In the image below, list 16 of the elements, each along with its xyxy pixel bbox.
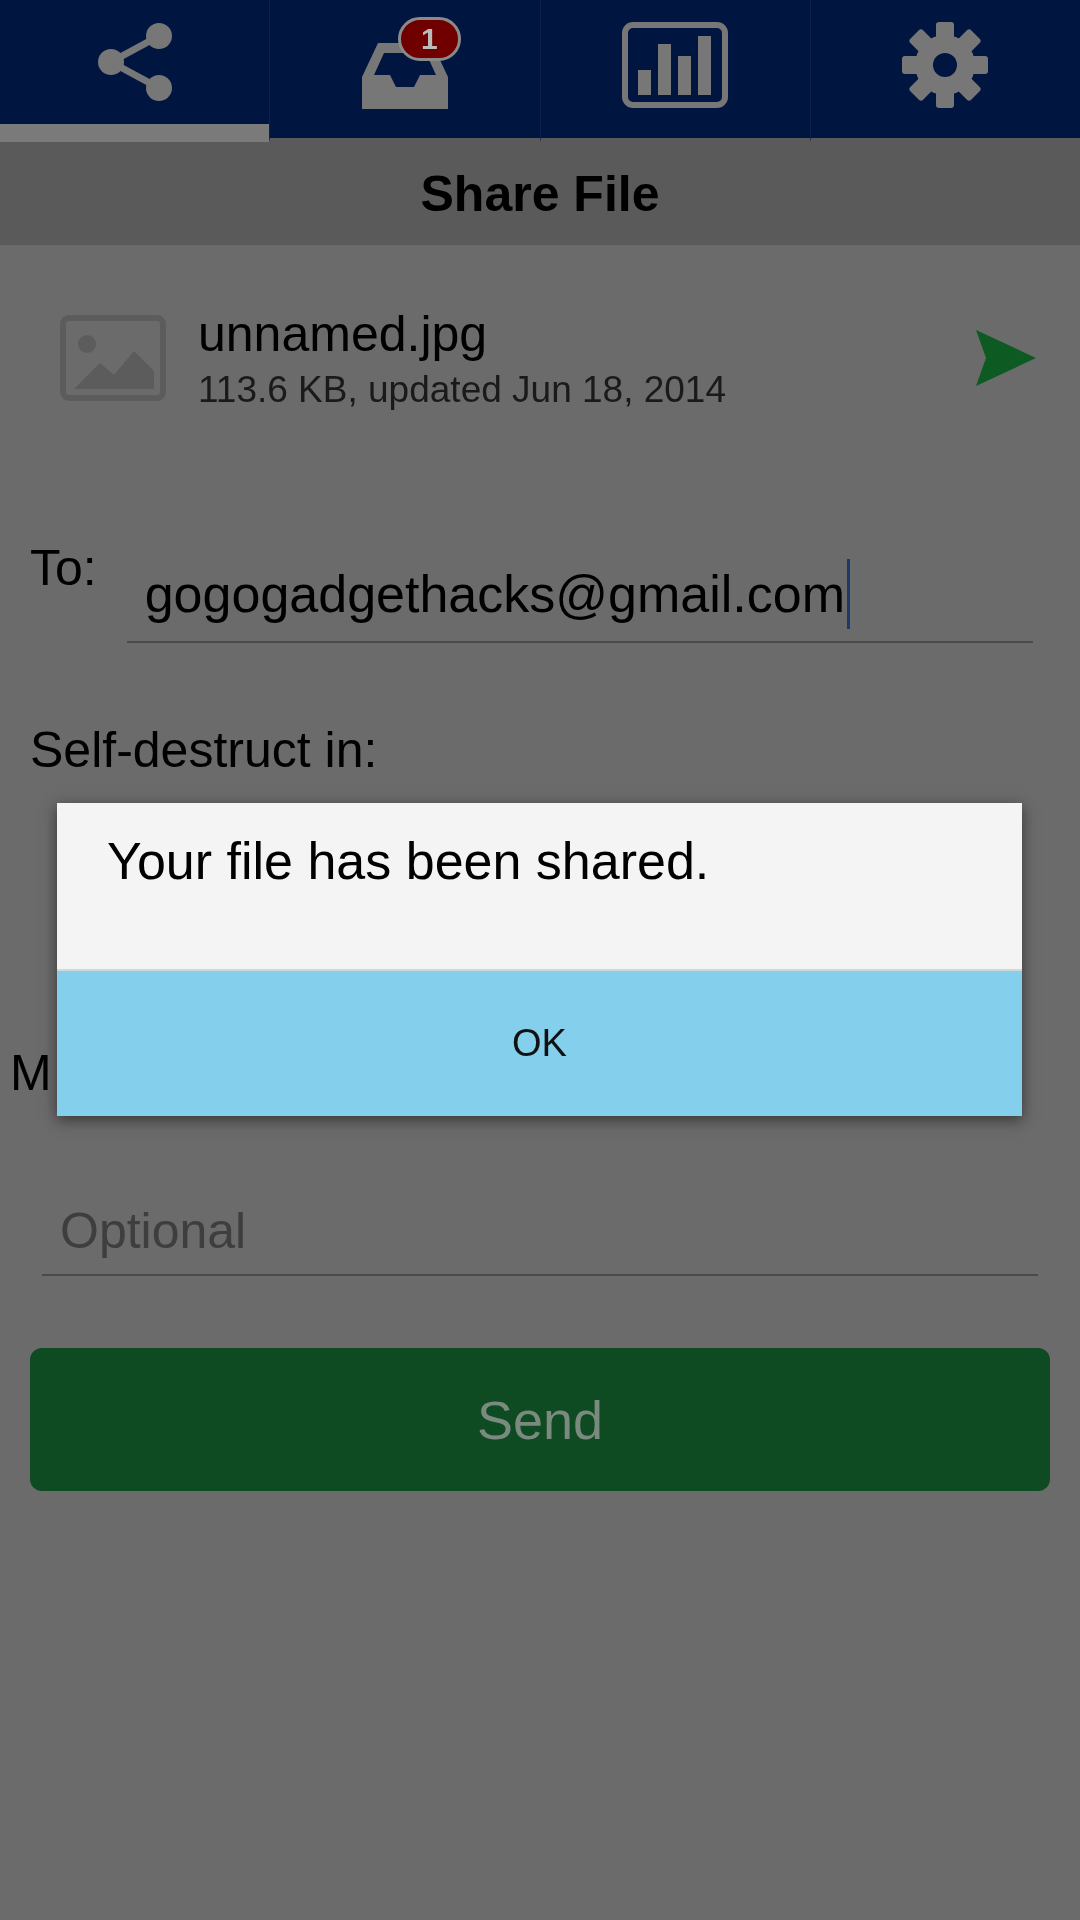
tab[interactable] [809, 0, 1080, 142]
file-details: 113.6 KB, updated Jun 18, 2014 [198, 369, 728, 411]
bar-chart-icon [622, 22, 729, 108]
tab[interactable]: 1 [269, 0, 540, 142]
message-label: M [10, 1044, 53, 1102]
settings-icon [902, 22, 989, 108]
recipient-field[interactable]: gogogadgethacks@gmail.com [126, 539, 1033, 643]
screen-title: Share File [420, 164, 660, 223]
self-destruct-label: Self-destruct in: [30, 721, 379, 779]
tab[interactable] [539, 0, 810, 142]
share-icon [95, 23, 174, 101]
ok-button[interactable]: OK [57, 971, 1022, 1116]
file-name: unnamed.jpg [198, 305, 489, 363]
send-button[interactable]: Send [30, 1348, 1050, 1491]
to-label: To: [30, 539, 97, 597]
notification-badge: 1 [397, 16, 461, 61]
